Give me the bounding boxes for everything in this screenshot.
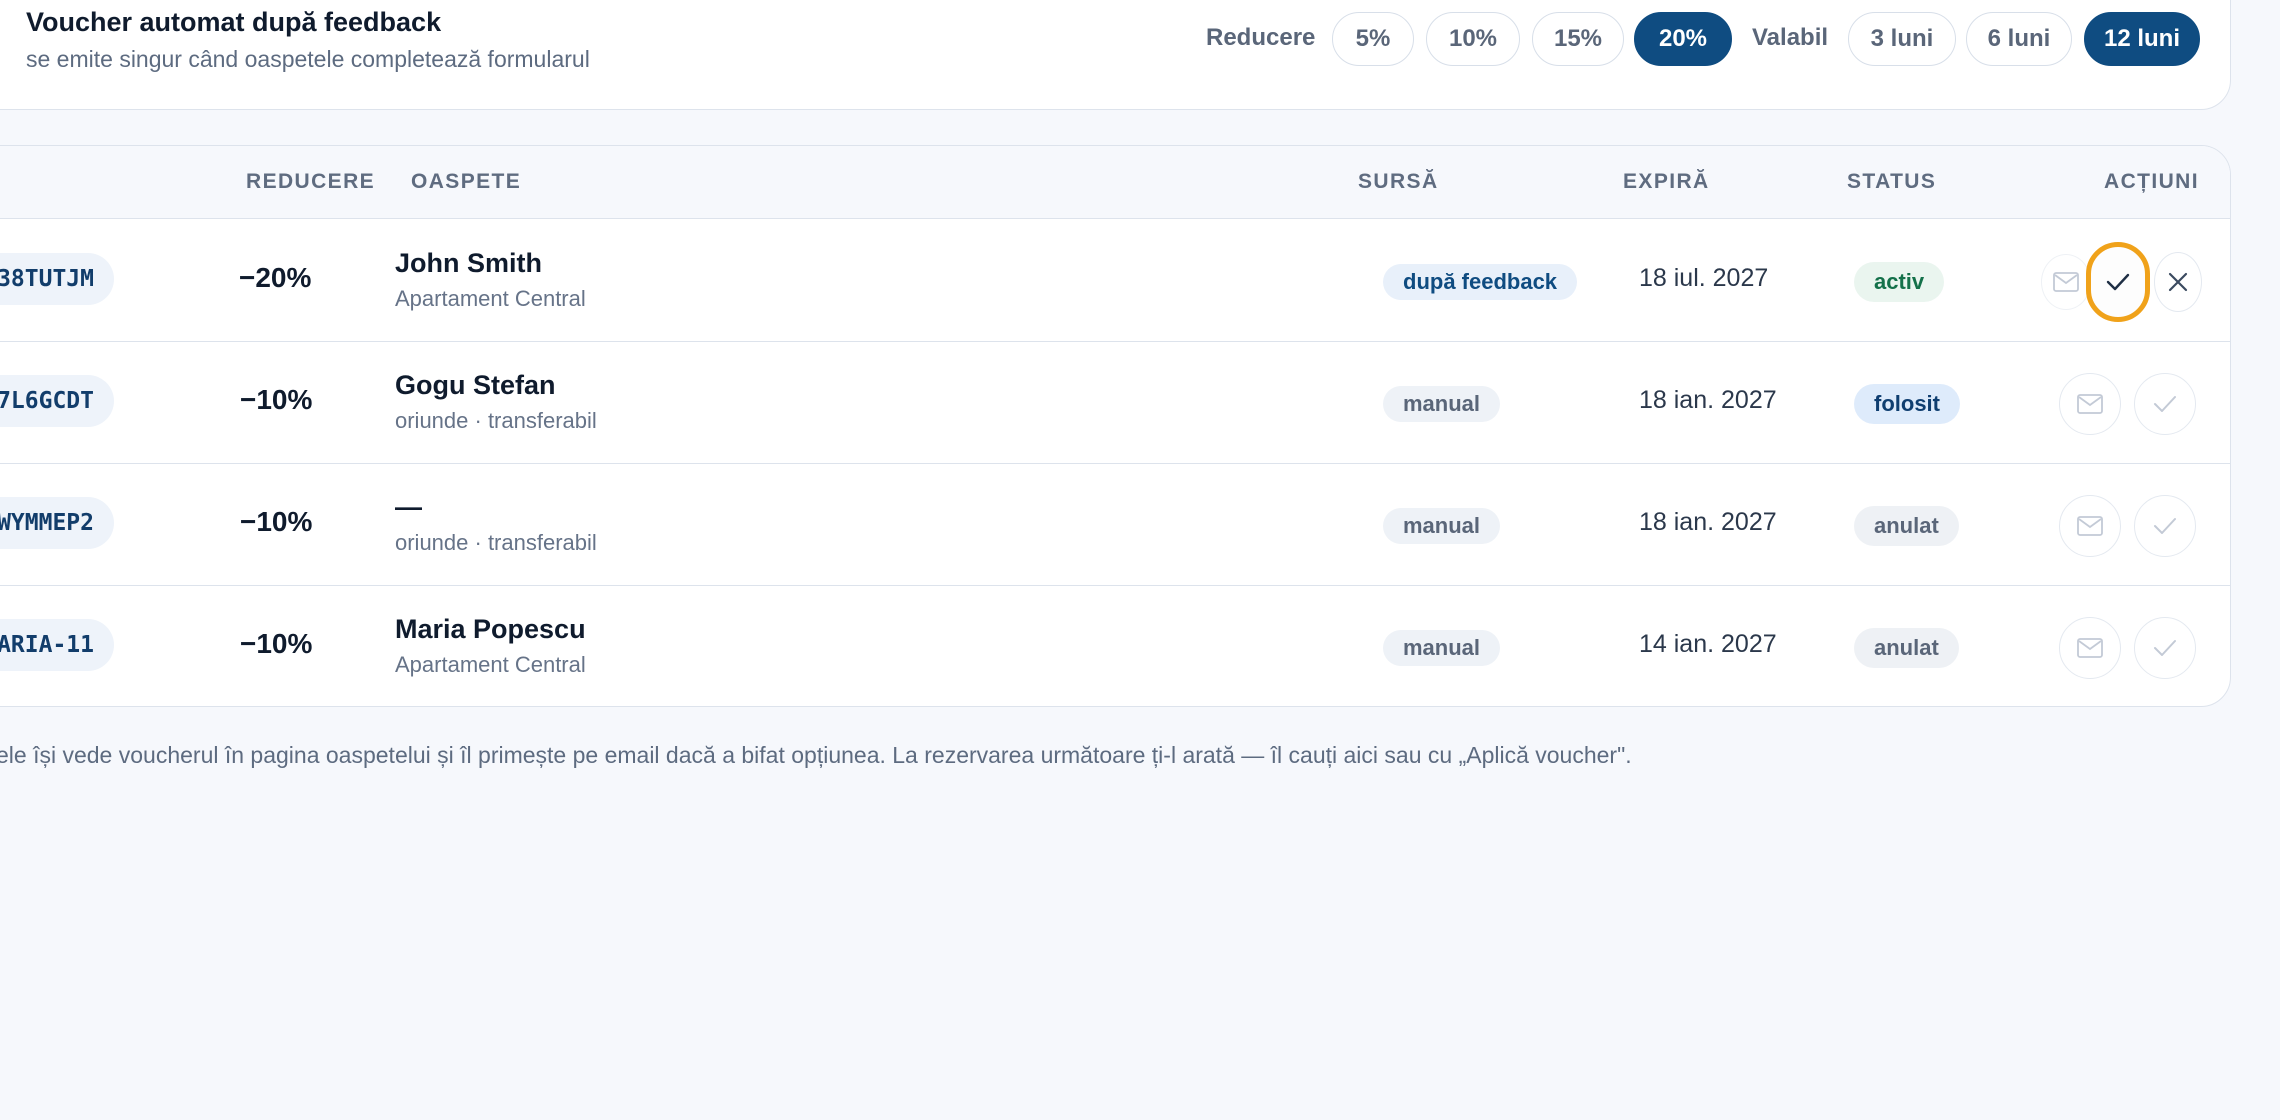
use-voucher-button[interactable] bbox=[2134, 495, 2196, 557]
voucher-code[interactable]: 38TUTJM bbox=[0, 253, 114, 305]
expiry-date: 18 iul. 2027 bbox=[1639, 264, 1769, 292]
column-header-discount: REDUCERE bbox=[246, 170, 376, 193]
email-button[interactable] bbox=[2059, 373, 2121, 435]
voucher-discount: −10% bbox=[240, 628, 313, 659]
guest-property: oriunde · transferabil bbox=[395, 530, 597, 555]
table-row: ARIA-11 −10% Maria Popescu Apartament Ce… bbox=[0, 586, 2230, 706]
email-button[interactable] bbox=[2041, 254, 2091, 310]
check-icon bbox=[2154, 640, 2176, 656]
table-row: 38TUTJM −20% John Smith Apartament Centr… bbox=[0, 220, 2230, 342]
use-voucher-button[interactable] bbox=[2086, 242, 2150, 322]
table-header: REDUCERE OASPETE SURSĂ EXPIRĂ STATUS ACȚ… bbox=[0, 146, 2230, 219]
source-badge: manual bbox=[1383, 630, 1501, 666]
use-voucher-button[interactable] bbox=[2134, 617, 2196, 679]
validity-option-3[interactable]: 3 luni bbox=[1848, 12, 1956, 66]
auto-voucher-title: Voucher automat după feedback bbox=[26, 7, 442, 37]
column-header-guest: OASPETE bbox=[411, 170, 522, 193]
mail-icon bbox=[2053, 272, 2079, 292]
status-badge: anulat bbox=[1854, 506, 1959, 546]
expiry-date: 18 ian. 2027 bbox=[1639, 386, 1777, 414]
table-row: WYMMEP2 −10% — oriunde · transferabil ma… bbox=[0, 464, 2230, 586]
validity-label: Valabil bbox=[1752, 24, 1829, 51]
check-icon bbox=[2106, 273, 2130, 291]
guest-property: Apartament Central bbox=[395, 652, 586, 677]
guest-property: oriunde · transferabil bbox=[395, 408, 597, 433]
voucher-help-note: ele își vede voucherul în pagina oaspete… bbox=[0, 742, 1632, 768]
status-badge: folosit bbox=[1854, 384, 1960, 424]
table-row: 7L6GCDT −10% Gogu Stefan oriunde · trans… bbox=[0, 342, 2230, 464]
mail-icon bbox=[2077, 394, 2103, 414]
voucher-discount: −10% bbox=[240, 384, 313, 415]
status-badge: anulat bbox=[1854, 628, 1959, 668]
voucher-discount: −20% bbox=[239, 262, 312, 293]
discount-option-20[interactable]: 20% bbox=[1634, 12, 1732, 66]
column-header-status: STATUS bbox=[1847, 170, 1937, 193]
use-voucher-button[interactable] bbox=[2134, 373, 2196, 435]
column-header-expires: EXPIRĂ bbox=[1623, 170, 1710, 193]
guest-property: Apartament Central bbox=[395, 286, 586, 311]
source-badge: după feedback bbox=[1383, 264, 1578, 300]
status-badge: activ bbox=[1854, 262, 1945, 302]
close-icon bbox=[2168, 272, 2188, 292]
email-button[interactable] bbox=[2059, 617, 2121, 679]
mail-icon bbox=[2077, 638, 2103, 658]
mail-icon bbox=[2077, 516, 2103, 536]
source-badge: manual bbox=[1383, 386, 1501, 422]
check-icon bbox=[2154, 396, 2176, 412]
column-header-actions: ACȚIUNI bbox=[2104, 170, 2199, 193]
discount-option-15[interactable]: 15% bbox=[1532, 12, 1624, 66]
guest-name: — bbox=[395, 492, 422, 522]
expiry-date: 18 ian. 2027 bbox=[1639, 508, 1777, 536]
voucher-code[interactable]: 7L6GCDT bbox=[0, 375, 114, 427]
voucher-discount: −10% bbox=[240, 506, 313, 537]
cancel-voucher-button[interactable] bbox=[2154, 252, 2202, 312]
voucher-code[interactable]: WYMMEP2 bbox=[0, 497, 114, 549]
validity-option-6[interactable]: 6 luni bbox=[1966, 12, 2072, 66]
expiry-date: 14 ian. 2027 bbox=[1639, 630, 1777, 658]
check-icon bbox=[2154, 518, 2176, 534]
guest-name: Maria Popescu bbox=[395, 614, 586, 644]
discount-label: Reducere bbox=[1206, 24, 1316, 51]
guest-name: Gogu Stefan bbox=[395, 370, 556, 400]
discount-option-5[interactable]: 5% bbox=[1332, 12, 1414, 66]
voucher-code[interactable]: ARIA-11 bbox=[0, 619, 114, 671]
auto-voucher-subtitle: se emite singur când oaspetele completea… bbox=[26, 46, 590, 72]
column-header-source: SURSĂ bbox=[1358, 170, 1439, 193]
discount-option-10[interactable]: 10% bbox=[1426, 12, 1520, 66]
guest-name: John Smith bbox=[395, 248, 542, 278]
validity-option-12[interactable]: 12 luni bbox=[2084, 12, 2200, 66]
email-button[interactable] bbox=[2059, 495, 2121, 557]
source-badge: manual bbox=[1383, 508, 1501, 544]
vouchers-table: REDUCERE OASPETE SURSĂ EXPIRĂ STATUS ACȚ… bbox=[0, 145, 2231, 707]
